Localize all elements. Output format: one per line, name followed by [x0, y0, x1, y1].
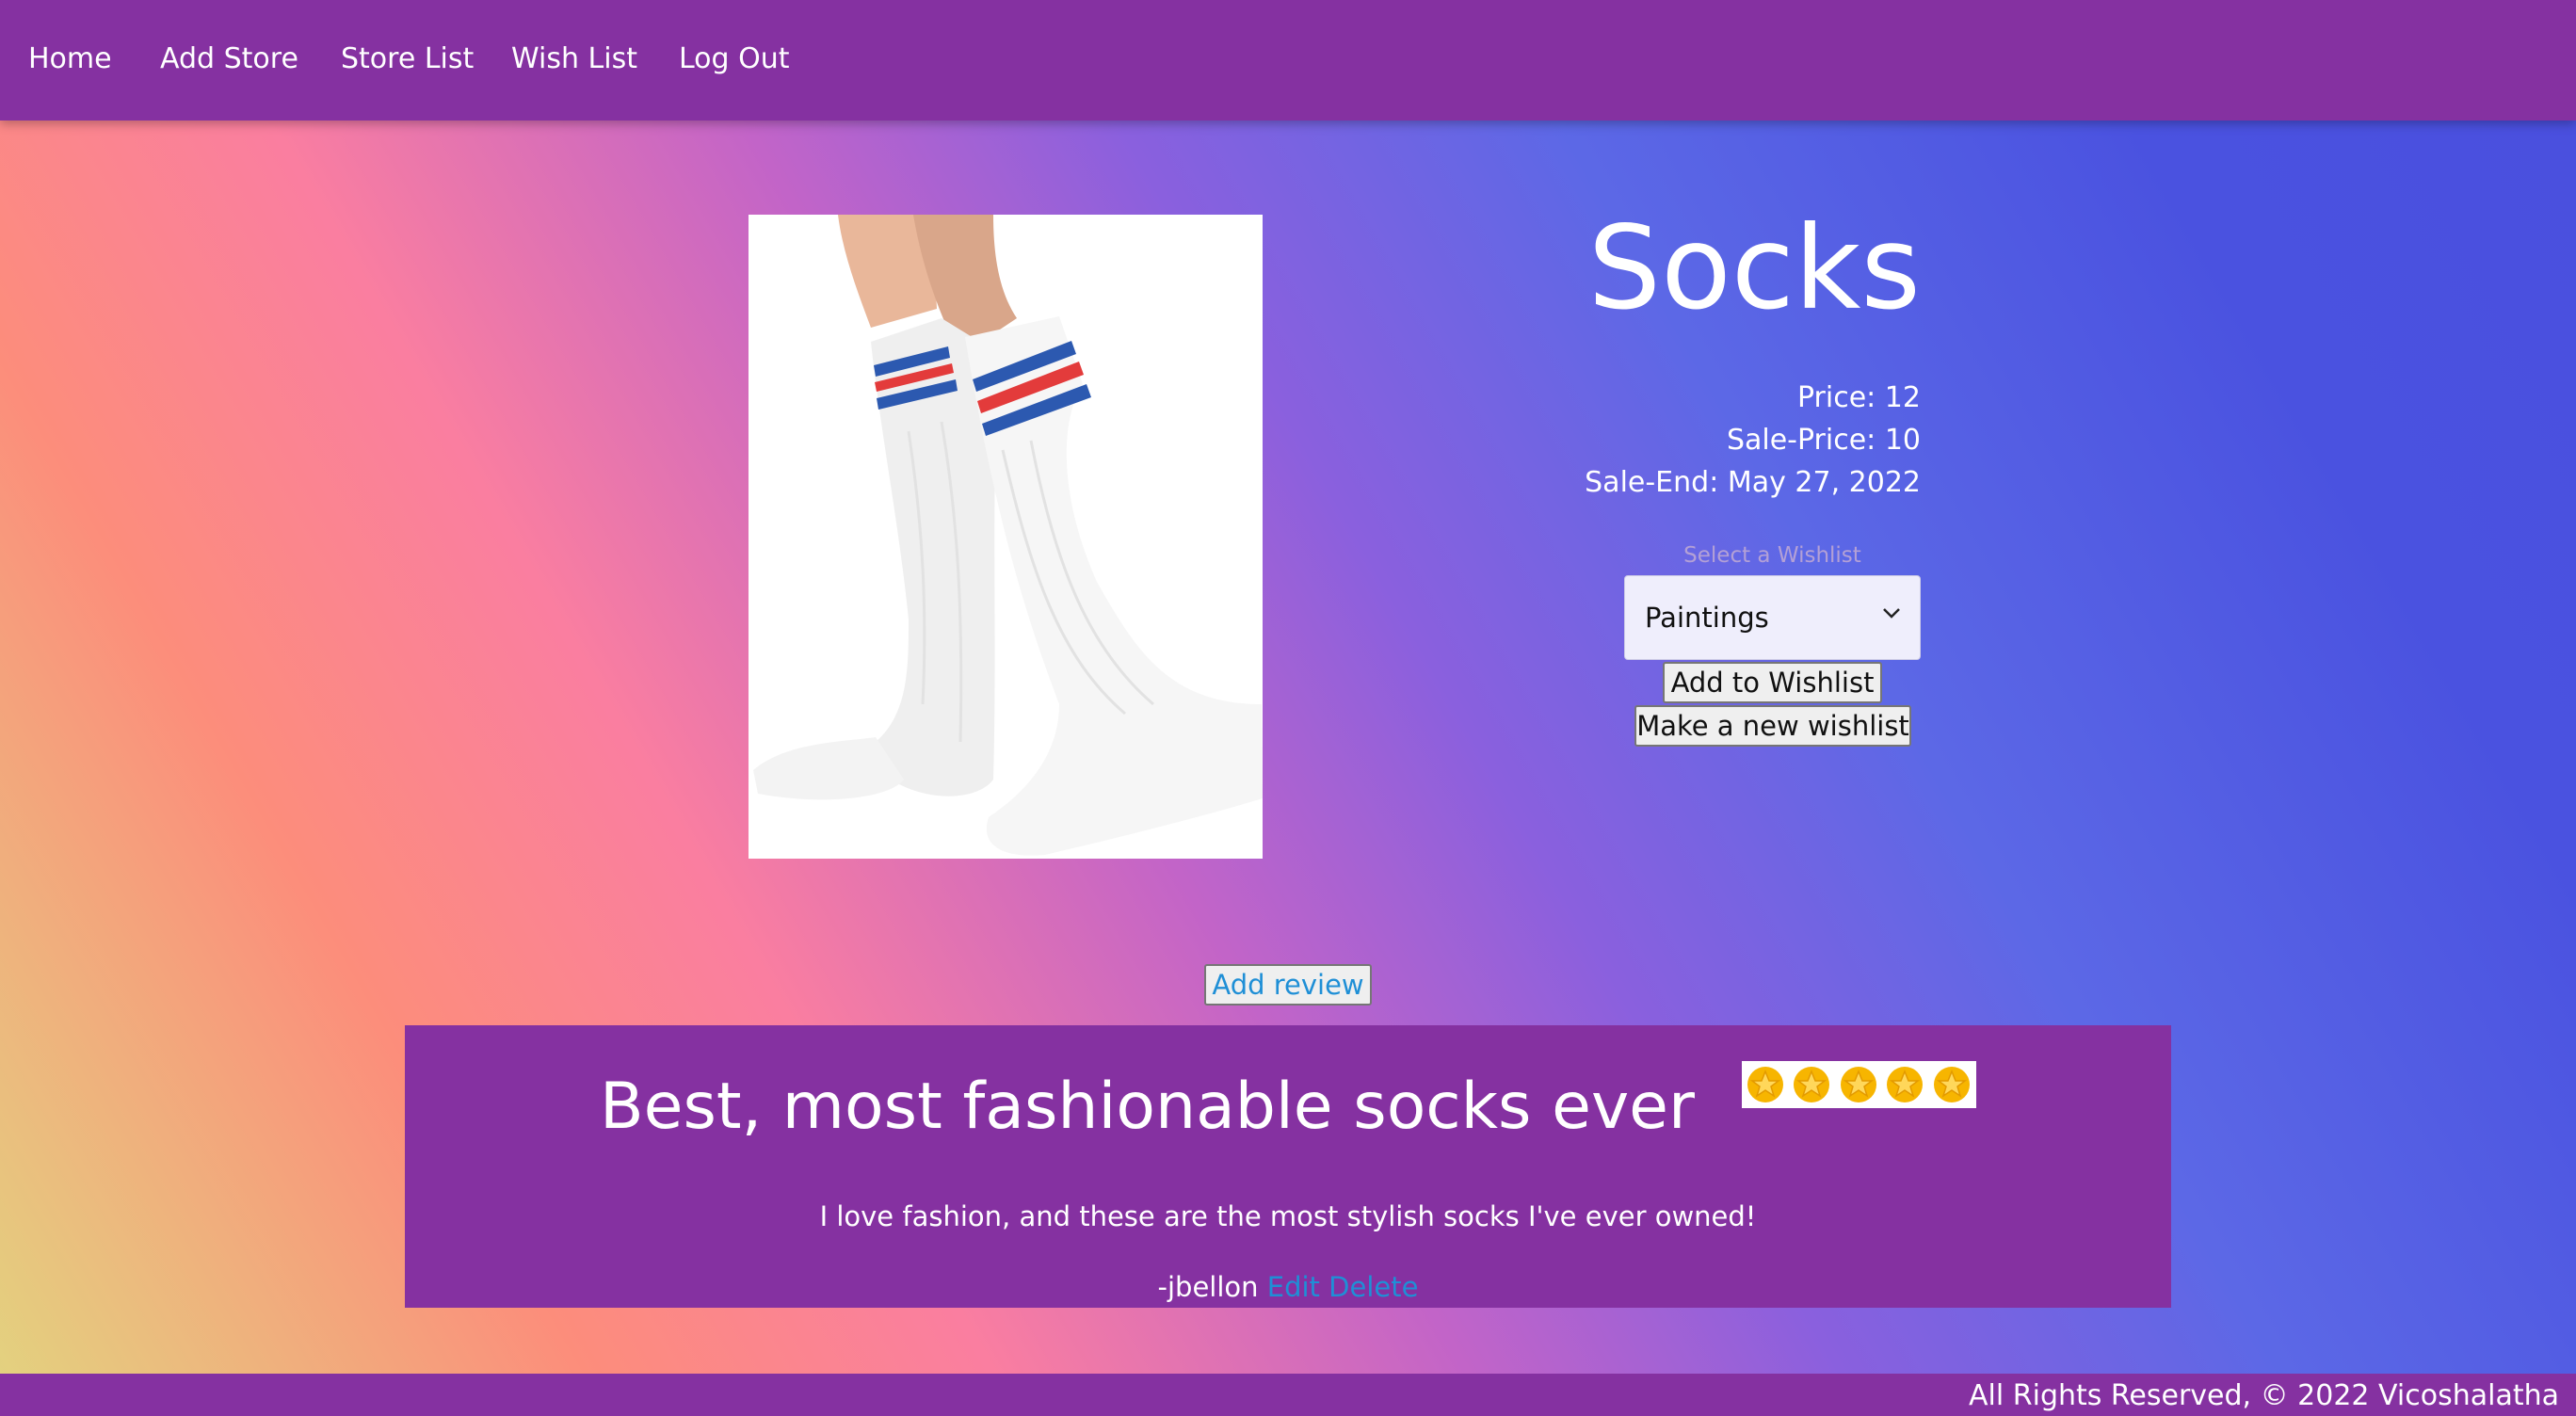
- nav-link-log-out[interactable]: Log Out: [679, 40, 790, 78]
- add-review-button[interactable]: Add review: [1204, 964, 1372, 1006]
- star-rating: [1742, 1061, 1976, 1108]
- review-title: Best, most fashionable socks ever: [600, 1070, 1695, 1144]
- top-navbar: Home Add Store Store List Wish List Log …: [0, 0, 2576, 121]
- nav-link-wish-list[interactable]: Wish List: [511, 40, 637, 78]
- edit-review-link[interactable]: Edit: [1267, 1271, 1320, 1303]
- wishlist-select[interactable]: Paintings: [1624, 575, 1921, 660]
- add-to-wishlist-button[interactable]: Add to Wishlist: [1663, 662, 1882, 703]
- wishlist-select-value: Paintings: [1645, 602, 1769, 634]
- product-image: [749, 215, 1263, 859]
- review-card: Best, most fashionable socks ever I love…: [405, 1025, 2171, 1308]
- delete-review-link[interactable]: Delete: [1328, 1271, 1418, 1303]
- product-sale-price: Sale-Price: 10: [1726, 424, 1921, 457]
- footer: All Rights Reserved, © 2022 Vicoshalatha: [0, 1374, 2576, 1416]
- product-price: Price: 12: [1796, 381, 1921, 414]
- nav-link-add-store[interactable]: Add Store: [160, 40, 298, 78]
- star-icon: [1887, 1067, 1923, 1102]
- footer-copyright: All Rights Reserved, © 2022 Vicoshalatha: [1969, 1379, 2559, 1412]
- wishlist-select-label: Select a Wishlist: [1683, 543, 1861, 568]
- review-meta: -jbellon Edit Delete: [405, 1268, 2171, 1306]
- new-wishlist-button[interactable]: Make a new wishlist: [1634, 705, 1911, 747]
- chevron-down-icon: [1883, 608, 1900, 619]
- product-sale-end: Sale-End: May 27, 2022: [1585, 466, 1921, 499]
- nav-link-home[interactable]: Home: [28, 40, 112, 78]
- socks-illustration: [753, 215, 1263, 856]
- star-icon: [1794, 1067, 1829, 1102]
- review-author: -jbellon: [1157, 1271, 1259, 1303]
- star-icon: [1934, 1067, 1970, 1102]
- star-icon: [1841, 1067, 1876, 1102]
- review-body: I love fashion, and these are the most s…: [819, 1200, 1757, 1232]
- product-title: Socks: [1587, 201, 1921, 335]
- nav-link-store-list[interactable]: Store List: [341, 40, 474, 78]
- star-icon: [1747, 1067, 1783, 1102]
